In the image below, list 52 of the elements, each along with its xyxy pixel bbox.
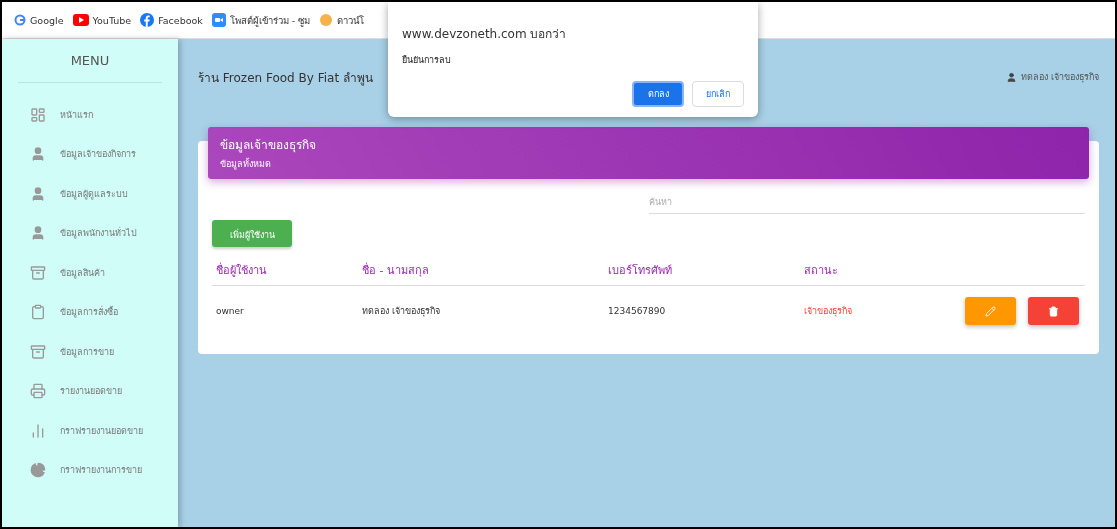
sidebar-item[interactable]: ข้อมูลเจ้าของกิจการ [2, 134, 178, 174]
column-header: ชื่อ - นามสกุล [358, 257, 604, 286]
delete-button[interactable] [1028, 297, 1079, 325]
google-icon [14, 14, 26, 26]
dashboard-icon [30, 106, 46, 123]
printer-icon [30, 383, 46, 400]
card-subtitle: ข้อมูลทั้งหมด [220, 157, 272, 171]
ok-button[interactable]: ตกลง [632, 81, 684, 107]
sidebar-item[interactable]: ข้อมูลพนักงานทั่วไป [2, 213, 178, 253]
bar-chart-icon [30, 422, 46, 439]
person-icon [30, 146, 46, 163]
dialog-title: www.devzoneth.com บอกว่า [402, 26, 568, 43]
facebook-icon [140, 13, 155, 27]
sidebar-item[interactable]: หน้าแรก [2, 95, 178, 135]
sidebar-item[interactable]: รายงานยอดขาย [2, 371, 178, 411]
bookmark-link[interactable]: ดาวน์โ [319, 12, 365, 28]
shop-name: ร้าน Frozen Food By Fiat ลำพูน [198, 69, 373, 87]
sidebar-item[interactable]: ข้อมูลการสั่งซื้อ [2, 292, 178, 332]
table-cell-text: 1234567890 [607, 305, 667, 318]
user-menu[interactable]: ทดลอง เจ้าของธุรกิจ [1006, 70, 1099, 84]
bookmark-link[interactable]: Google [14, 14, 64, 26]
menu-title: MENU [18, 39, 162, 83]
sidebar-item[interactable]: กราฟรายงานการขาย [2, 450, 178, 490]
logo-icon [319, 13, 334, 27]
archive-icon [30, 264, 46, 281]
dialog-message: ยืนยันการลบ [402, 54, 452, 67]
table-cell-text: owner [215, 305, 245, 318]
bookmark-link[interactable]: Facebook [140, 13, 203, 27]
table-cell-text: เจ้าของธุรกิจ [803, 305, 853, 319]
pencil-icon [985, 305, 996, 317]
add-user-button[interactable]: เพิ่มผู้ใช้งาน [212, 220, 292, 247]
bookmark-link[interactable]: โพสต์ผู้เข้าร่วม - ซูม [211, 12, 311, 28]
sidebar-item[interactable]: กราฟรายงานยอดขาย [2, 411, 178, 451]
play-icon [72, 14, 89, 26]
trash-icon [1048, 305, 1059, 317]
column-header: ชื่อผู้ใช้งาน [212, 257, 358, 286]
card-title: ข้อมูลเจ้าของธุรกิจ [220, 137, 317, 154]
archive-icon [30, 343, 46, 360]
clipboard-icon [30, 304, 46, 321]
table-cell-text: ทดลอง เจ้าของธุรกิจ [361, 305, 441, 319]
sidebar-item[interactable]: ข้อมูลสินค้า [2, 253, 178, 293]
sidebar-item[interactable]: ข้อมูลการขาย [2, 332, 178, 372]
person-icon [30, 185, 46, 202]
cancel-button[interactable]: ยกเลิก [692, 81, 744, 107]
video-camera-icon [211, 13, 226, 27]
person-icon [1006, 71, 1018, 83]
bookmark-link[interactable]: YouTube [72, 14, 132, 26]
column-header: สถานะ [800, 257, 950, 286]
sidebar-item[interactable]: ข้อมูลผู้ดูแลระบบ [2, 174, 178, 214]
person-icon [30, 225, 46, 242]
pie-chart-icon [30, 462, 46, 479]
column-header: เบอร์โทรศัพท์ [604, 257, 800, 286]
